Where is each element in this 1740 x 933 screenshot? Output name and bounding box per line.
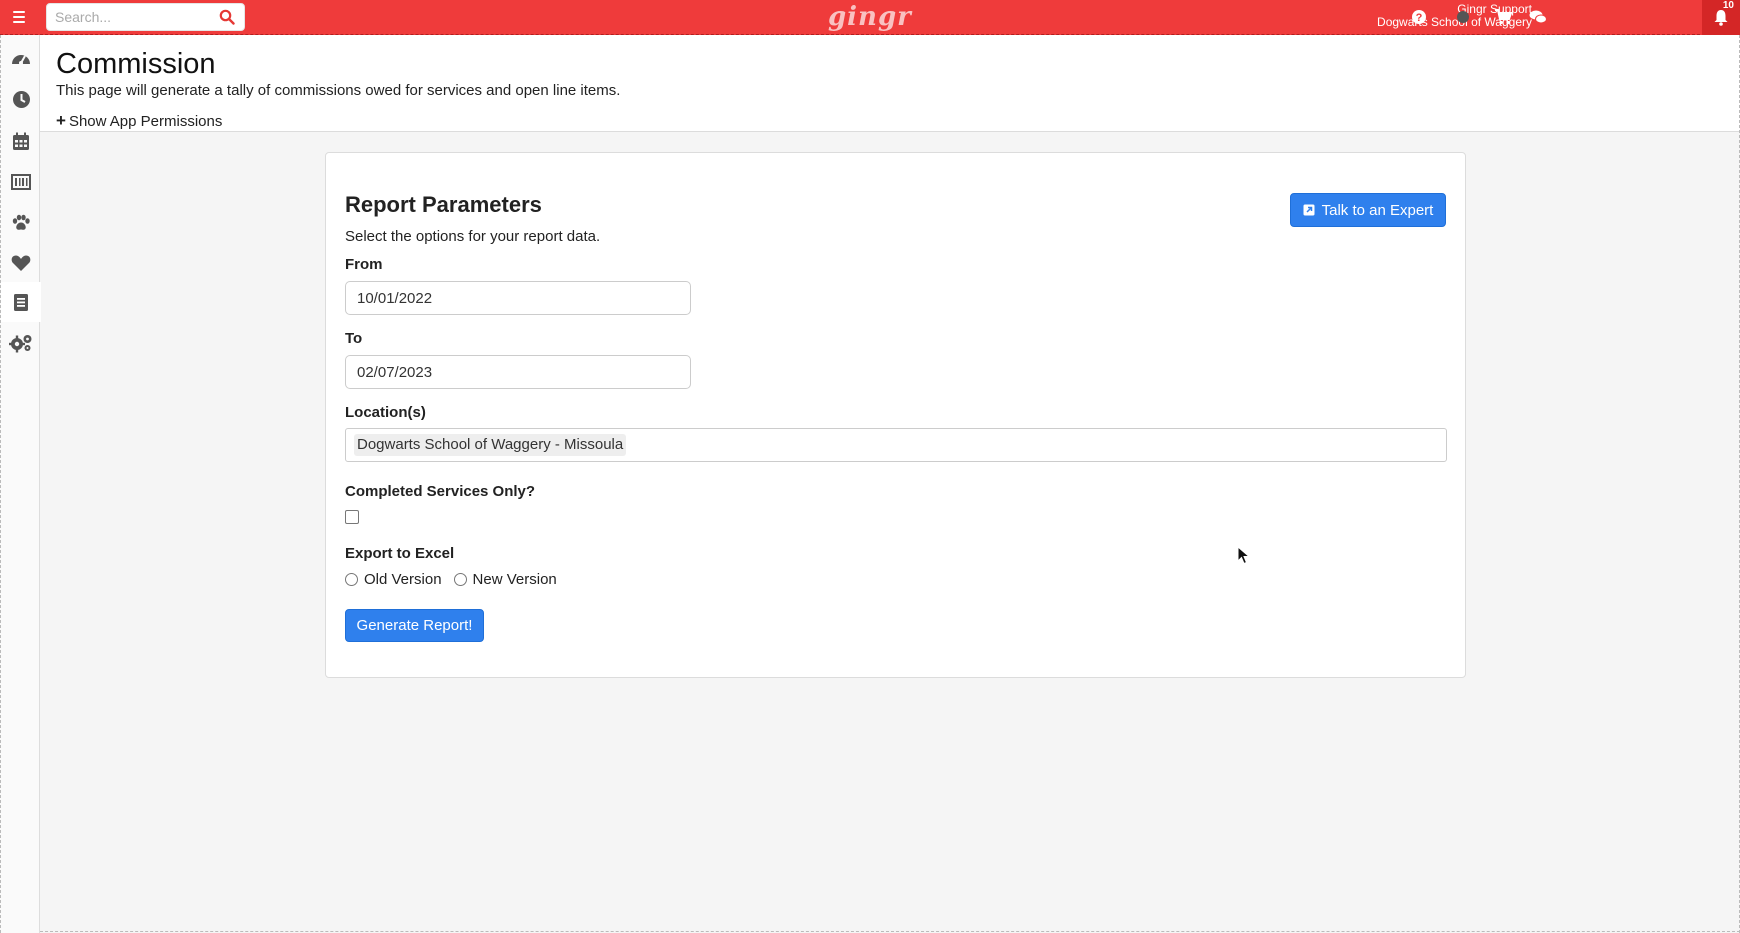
bottom-border — [40, 931, 1740, 932]
dashboard-icon — [12, 55, 30, 65]
talk-to-expert-label: Talk to an Expert — [1321, 201, 1434, 219]
sidebar-item-dashboard[interactable] — [1, 38, 41, 78]
settings-icon — [9, 335, 32, 353]
locations-label: Location(s) — [345, 404, 426, 421]
svg-text:?: ? — [1416, 12, 1423, 24]
to-label: To — [345, 330, 363, 347]
completed-services-checkbox[interactable] — [345, 510, 359, 524]
cart-icon[interactable] — [1492, 6, 1514, 28]
help-icon[interactable]: ? — [1408, 6, 1430, 28]
old-version-label[interactable]: Old Version — [364, 571, 442, 588]
sidebar — [0, 35, 41, 933]
book-icon — [14, 293, 28, 311]
search-box — [46, 3, 245, 31]
barcode-icon — [11, 174, 31, 190]
notifications-button[interactable]: 10 — [1702, 0, 1740, 35]
export-to-excel-label: Export to Excel — [345, 545, 455, 562]
locations-multiselect[interactable]: Dogwarts School of Waggery - Missoula — [345, 428, 1447, 462]
selected-location-chip[interactable]: Dogwarts School of Waggery - Missoula — [354, 434, 627, 456]
calendar-icon — [13, 132, 29, 150]
new-version-label[interactable]: New Version — [473, 571, 557, 588]
sidebar-item-settings[interactable] — [1, 323, 41, 363]
sidebar-item-barcode[interactable] — [1, 162, 41, 202]
show-app-permissions-toggle[interactable]: + Show App Permissions — [56, 111, 222, 131]
new-version-radio[interactable] — [453, 573, 467, 586]
top-bar: gingr Gingr Support Dogwarts School of W… — [0, 0, 1740, 35]
sidebar-item-favorites[interactable] — [1, 243, 41, 283]
page-description: This page will generate a tally of commi… — [56, 82, 621, 99]
gingr-logo: gingr — [828, 2, 912, 32]
to-date-input[interactable] — [345, 355, 691, 389]
sidebar-item-calendar[interactable] — [1, 121, 41, 161]
from-date-input[interactable] — [345, 281, 691, 315]
generate-report-button[interactable]: Generate Report! — [345, 609, 484, 642]
sidebar-item-reports[interactable] — [1, 282, 41, 322]
notification-count: 10 — [1722, 0, 1734, 11]
heart-icon — [11, 255, 31, 271]
from-label: From — [345, 256, 383, 273]
report-parameters-subtitle: Select the options for your report data. — [345, 228, 601, 245]
chat-icon[interactable] — [1527, 6, 1549, 28]
export-version-options: Old Version New Version — [345, 571, 569, 588]
report-parameters-title: Report Parameters — [345, 192, 542, 217]
show-app-permissions-label: Show App Permissions — [68, 113, 223, 130]
sidebar-item-clock[interactable] — [1, 79, 41, 119]
paw-icon — [12, 214, 30, 230]
page-header: Commission This page will generate a tal… — [40, 35, 1740, 132]
page-title: Commission — [56, 48, 216, 80]
plus-icon: + — [56, 111, 66, 130]
external-link-icon — [1303, 204, 1315, 216]
completed-services-label: Completed Services Only? — [345, 483, 536, 500]
report-parameters-card: Report Parameters Select the options for… — [325, 152, 1466, 678]
search-input[interactable] — [47, 4, 207, 30]
mouse-cursor-icon — [1237, 546, 1251, 565]
search-icon[interactable] — [219, 9, 235, 25]
talk-to-expert-button[interactable]: Talk to an Expert — [1290, 193, 1446, 227]
clock-icon — [12, 90, 30, 108]
bell-icon — [1714, 10, 1728, 26]
sidebar-item-pets[interactable] — [1, 203, 41, 243]
hamburger-menu-icon[interactable] — [8, 6, 30, 28]
old-version-radio[interactable] — [345, 573, 358, 586]
status-dot-icon[interactable] — [1452, 6, 1474, 28]
